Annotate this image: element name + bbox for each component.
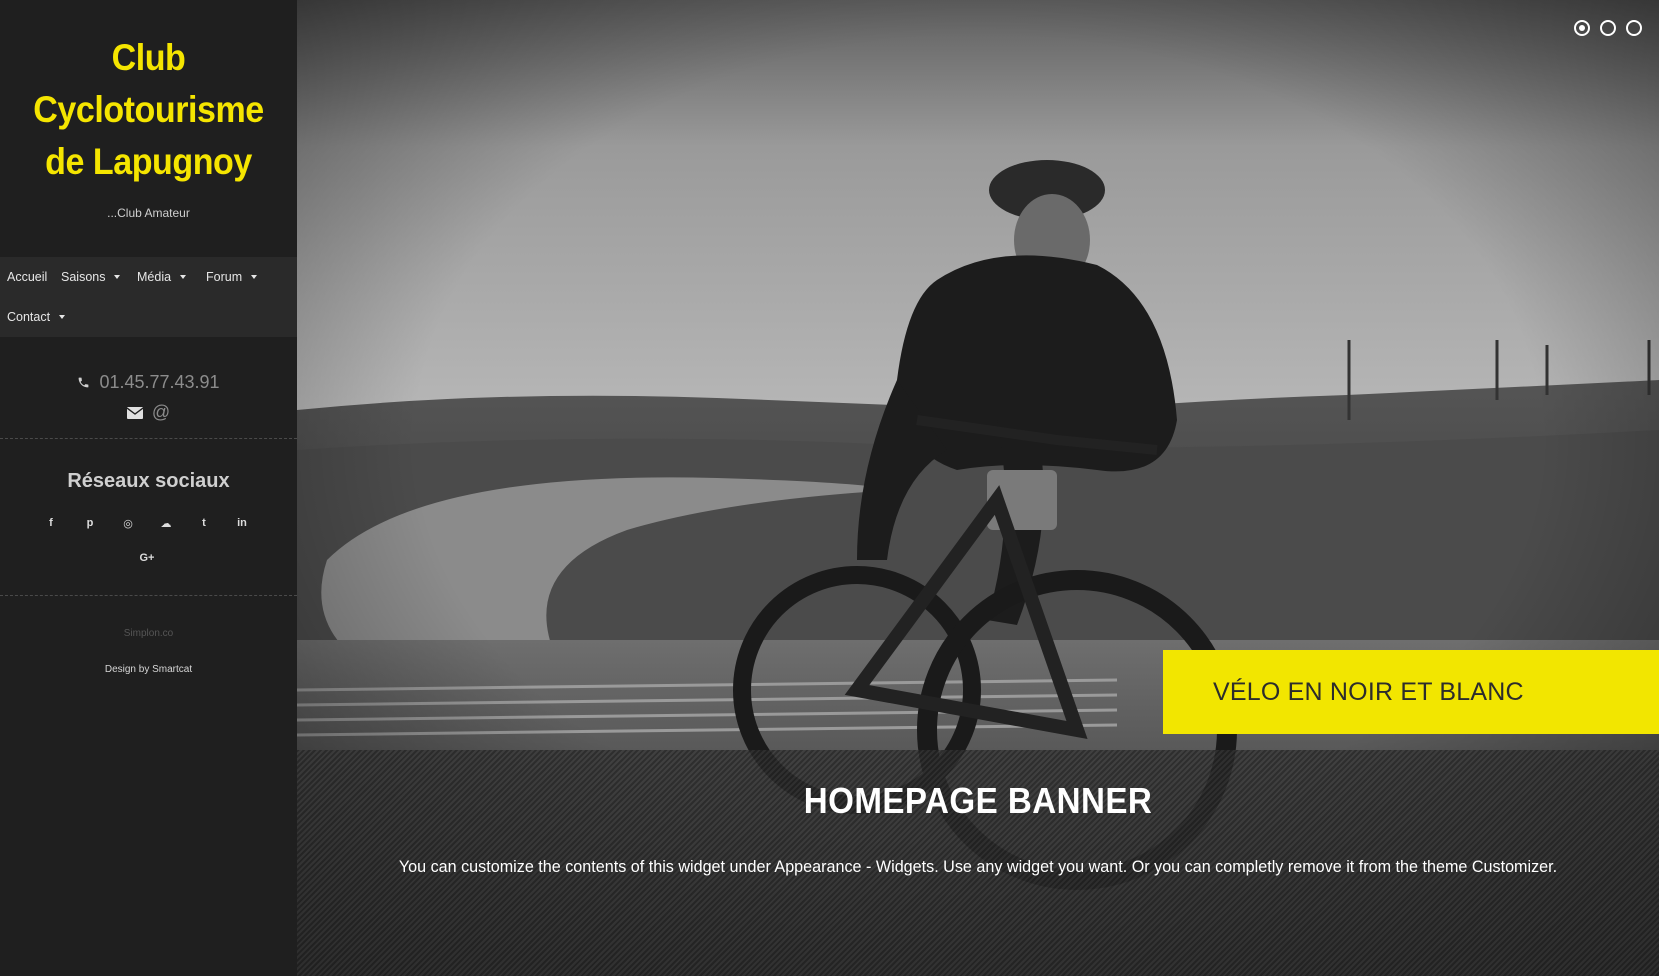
slider-dots bbox=[1574, 20, 1642, 36]
linkedin-icon[interactable]: in bbox=[232, 513, 252, 533]
twitter-icon[interactable]: t bbox=[194, 513, 214, 533]
nav-item-contact[interactable]: Contact bbox=[7, 307, 66, 327]
divider bbox=[0, 595, 297, 596]
nav-item-label: Média bbox=[137, 270, 172, 284]
sidebar: Club Cyclotourisme de Lapugnoy ...Club A… bbox=[0, 0, 297, 976]
soundcloud-icon[interactable]: ☁ bbox=[156, 513, 176, 533]
nav-item-label: Forum bbox=[206, 270, 243, 284]
google-plus-icon[interactable]: G+ bbox=[137, 548, 157, 568]
nav-item-label: Contact bbox=[7, 310, 51, 324]
slide-caption[interactable]: VÉLO EN NOIR ET BLANC bbox=[1163, 650, 1659, 734]
hero-slider: VÉLO EN NOIR ET BLANC HOMEPAGE BANNER Yo… bbox=[297, 0, 1659, 976]
caret-down-icon bbox=[114, 275, 121, 279]
divider bbox=[0, 438, 297, 439]
slider-dot-1[interactable] bbox=[1574, 20, 1590, 36]
slider-dot-2[interactable] bbox=[1600, 20, 1616, 36]
nav-item-saisons[interactable]: Saisons bbox=[61, 267, 121, 287]
phone-row: 01.45.77.43.91 bbox=[0, 372, 297, 393]
homepage-banner: HOMEPAGE BANNER You can customize the co… bbox=[297, 750, 1659, 976]
site-tagline: ...Club Amateur bbox=[107, 206, 190, 220]
phone-number[interactable]: 01.45.77.43.91 bbox=[99, 372, 219, 393]
site-title[interactable]: Club Cyclotourisme de Lapugnoy bbox=[12, 32, 285, 188]
pinterest-icon[interactable]: p bbox=[80, 513, 100, 533]
envelope-icon bbox=[126, 406, 143, 419]
main-nav: Accueil Saisons Média Forum Contact bbox=[0, 257, 297, 337]
caret-down-icon bbox=[251, 275, 258, 279]
phone-icon bbox=[77, 376, 90, 389]
slider-dot-3[interactable] bbox=[1626, 20, 1642, 36]
credit-link[interactable]: Simplon.co bbox=[0, 628, 297, 639]
nav-item-media[interactable]: Média bbox=[137, 267, 187, 287]
email-row: @ bbox=[0, 402, 297, 423]
social-title: Réseaux sociaux bbox=[67, 470, 230, 492]
instagram-icon[interactable]: ◎ bbox=[118, 513, 138, 533]
facebook-icon[interactable]: f bbox=[41, 513, 61, 533]
credit-design[interactable]: Design by Smartcat bbox=[0, 664, 297, 675]
caret-down-icon bbox=[59, 315, 66, 319]
caret-down-icon bbox=[180, 275, 187, 279]
nav-item-forum[interactable]: Forum bbox=[206, 267, 258, 287]
email-link[interactable]: @ bbox=[152, 402, 170, 423]
banner-title: HOMEPAGE BANNER bbox=[803, 780, 1153, 821]
nav-item-label: Accueil bbox=[7, 270, 48, 284]
nav-item-label: Saisons bbox=[61, 270, 106, 284]
nav-item-accueil[interactable]: Accueil bbox=[7, 267, 47, 287]
banner-text: You can customize the contents of this w… bbox=[398, 857, 1558, 876]
